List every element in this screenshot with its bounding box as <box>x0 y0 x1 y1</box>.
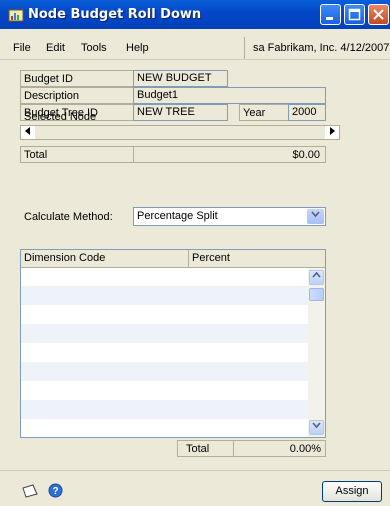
menu-divider <box>0 59 390 60</box>
app-icon <box>8 9 24 22</box>
scroll-left-button[interactable] <box>21 126 35 139</box>
calc-method-label: Calculate Method: <box>24 211 113 223</box>
footer-divider <box>0 470 390 471</box>
scroll-thumb[interactable] <box>309 288 324 301</box>
close-button[interactable] <box>368 4 389 25</box>
minimize-icon <box>326 17 333 20</box>
close-icon <box>373 9 384 20</box>
menu-tools[interactable]: Tools <box>81 42 107 54</box>
arrow-left-icon <box>25 127 30 135</box>
svg-text:?: ? <box>52 486 58 497</box>
dimension-grid[interactable]: Dimension Code Percent <box>20 249 326 438</box>
table-row[interactable] <box>21 381 308 400</box>
budget-id-label: Budget ID <box>20 70 134 87</box>
year-field[interactable]: 2000 <box>288 104 326 121</box>
grid-total-label: Total <box>177 440 234 457</box>
assign-button[interactable]: Assign <box>322 481 382 502</box>
assign-label: Assign <box>335 485 369 497</box>
menu-help[interactable]: Help <box>126 42 149 54</box>
budget-tree-id-field[interactable]: NEW TREE <box>133 104 228 121</box>
year-label: Year <box>239 104 289 121</box>
table-row[interactable] <box>21 362 308 381</box>
description-field[interactable]: Budget1 <box>133 87 326 104</box>
table-row[interactable] <box>21 267 308 286</box>
table-row[interactable] <box>21 286 308 305</box>
maximize-icon <box>348 8 361 21</box>
grid-vertical-scrollbar[interactable] <box>308 268 325 437</box>
grid-total-percent: 0.00% <box>233 440 326 457</box>
table-row[interactable] <box>21 324 308 343</box>
node-total-value: $0.00 <box>133 146 326 163</box>
chevron-down-icon[interactable] <box>307 209 324 224</box>
column-dimension-code[interactable]: Dimension Code <box>21 250 189 267</box>
chevron-up-icon <box>312 271 321 278</box>
arrow-right-icon <box>330 127 335 135</box>
budget-id-field[interactable]: NEW BUDGET <box>133 70 228 87</box>
help-icon[interactable]: ? <box>48 483 63 498</box>
chevron-down-icon <box>312 422 321 429</box>
maximize-button[interactable] <box>344 4 365 25</box>
menu-file[interactable]: File <box>13 42 31 54</box>
selected-node-label: Selected Node <box>24 111 97 123</box>
selected-node-scrollbar[interactable] <box>20 125 340 140</box>
calc-method-select[interactable]: Percentage Split <box>133 207 326 226</box>
table-row[interactable] <box>21 343 308 362</box>
minimize-button[interactable] <box>320 4 341 25</box>
table-row[interactable] <box>21 305 308 324</box>
window-title: Node Budget Roll Down <box>28 7 202 22</box>
grid-header: Dimension Code Percent <box>21 250 325 268</box>
table-row[interactable] <box>21 419 308 437</box>
company-info: sa Fabrikam, Inc. 4/12/2007 <box>244 37 390 59</box>
node-total-label: Total <box>20 146 134 163</box>
table-row[interactable] <box>21 400 308 419</box>
column-percent[interactable]: Percent <box>189 250 325 267</box>
scroll-right-button[interactable] <box>325 126 339 139</box>
scroll-down-button[interactable] <box>309 420 324 435</box>
scroll-up-button[interactable] <box>309 270 324 285</box>
note-icon[interactable] <box>21 484 39 499</box>
title-bar: Node Budget Roll Down <box>0 0 390 29</box>
calc-method-value: Percentage Split <box>137 210 218 222</box>
description-label: Description <box>20 87 134 104</box>
menu-edit[interactable]: Edit <box>46 42 65 54</box>
